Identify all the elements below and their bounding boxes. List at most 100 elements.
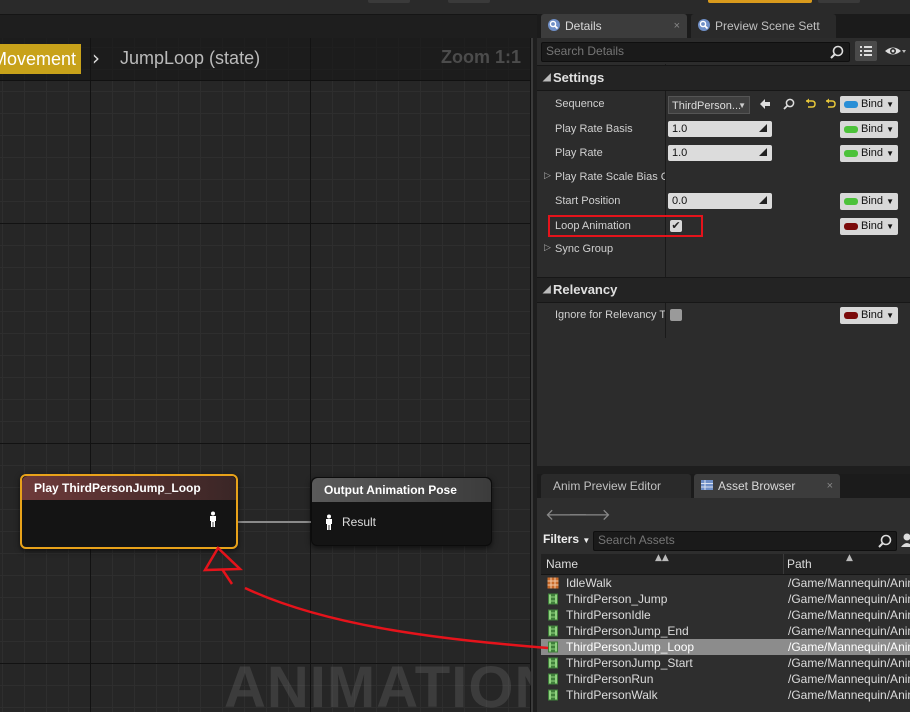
asset-name: ThirdPersonRun — [566, 672, 654, 686]
breadcrumb-parent[interactable]: Movement — [0, 44, 81, 74]
property-label: Play Rate Basis — [555, 123, 633, 135]
tab-details[interactable]: Details × — [541, 14, 687, 38]
anim-sequence-icon — [548, 593, 558, 605]
sequence-asset-picker[interactable]: ThirdPerson... ▼ — [668, 96, 750, 114]
anim-graph-canvas[interactable]: Movement › JumpLoop (state) Zoom 1:1 ANI… — [0, 38, 533, 712]
category-settings[interactable]: ◢ Settings — [537, 65, 910, 91]
chevron-down-icon: ▼ — [886, 100, 894, 109]
output-animation-pose-node[interactable]: Output Animation Pose — [311, 477, 492, 546]
reset-arrow-icon[interactable] — [803, 97, 817, 111]
filters-dropdown[interactable]: Filters ▼ — [543, 532, 590, 546]
table-row[interactable]: ThirdPersonIdle/Game/Mannequin/Animation… — [541, 607, 910, 623]
search-icon[interactable] — [829, 44, 845, 60]
tab-asset-browser-label: Asset Browser — [718, 479, 796, 493]
close-icon[interactable]: × — [827, 474, 833, 498]
browse-search-icon[interactable] — [782, 97, 796, 111]
pose-pin-icon[interactable] — [324, 514, 334, 530]
close-icon[interactable]: × — [674, 14, 680, 38]
property-label: Play Rate Scale Bias C — [555, 171, 665, 183]
table-row[interactable]: IdleWalk/Game/Mannequin/Animations — [541, 575, 910, 591]
pin-color-swatch — [844, 126, 858, 133]
breadcrumb-separator-icon: › — [92, 46, 100, 70]
table-row[interactable]: ThirdPersonJump_Start/Game/Mannequin/Ani… — [541, 655, 910, 671]
table-row[interactable]: ThirdPersonJump_End/Game/Mannequin/Anima… — [541, 623, 910, 639]
asset-path: /Game/Mannequin/Animations — [788, 688, 910, 702]
asset-search[interactable] — [593, 531, 897, 551]
bind-dropdown[interactable]: Bind ▼ — [840, 121, 898, 138]
bind-dropdown[interactable]: Bind ▼ — [840, 96, 898, 113]
details-search[interactable] — [541, 42, 850, 62]
view-options-button[interactable] — [855, 41, 877, 61]
chevron-down-icon: ▼ — [886, 149, 894, 158]
tab-details-label: Details — [565, 19, 602, 33]
toolbar-button[interactable] — [448, 0, 490, 3]
play-rate-basis-field[interactable]: 1.0 — [668, 121, 772, 137]
property-sync-group[interactable]: ▷ Sync Group — [537, 238, 910, 262]
start-position-field[interactable]: 0.0 — [668, 193, 772, 209]
bind-dropdown[interactable]: Bind ▼ — [840, 218, 898, 235]
asset-path: /Game/Mannequin/Animations — [788, 624, 910, 638]
toolbar-button[interactable] — [818, 0, 860, 3]
toolbar-button-active[interactable] — [708, 0, 812, 3]
asset-name: ThirdPersonJump_Start — [566, 656, 693, 670]
table-row[interactable]: ThirdPersonWalk/Game/Mannequin/Animation… — [541, 687, 910, 703]
asset-search-input[interactable] — [594, 532, 868, 548]
table-row[interactable]: ThirdPersonRun/Game/Mannequin/Animations — [541, 671, 910, 687]
play-rate-field[interactable]: 1.0 — [668, 145, 772, 161]
details-search-input[interactable] — [542, 43, 826, 59]
visibility-eye-icon[interactable] — [883, 41, 907, 61]
sort-arrow-icon[interactable]: ▲ — [846, 554, 853, 563]
collapse-triangle-icon[interactable]: ◢ — [543, 278, 551, 302]
tab-preview-scene-settings[interactable]: Preview Scene Sett — [691, 14, 836, 38]
asset-path: /Game/Mannequin/Animations — [788, 576, 910, 590]
search-icon[interactable] — [877, 533, 893, 549]
property-play-rate: Play Rate 1.0 Bind ▼ — [537, 142, 910, 166]
tab-anim-preview-editor[interactable]: Anim Preview Editor — [541, 474, 691, 498]
pose-pin-icon[interactable] — [208, 511, 218, 527]
chevron-down-icon: ▼ — [886, 311, 894, 320]
expand-triangle-icon[interactable]: ▷ — [544, 171, 551, 181]
property-play-rate-scale-bias[interactable]: ▷ Play Rate Scale Bias C — [537, 166, 910, 190]
property-loop-animation: Loop Animation ✔ Bind ▼ — [537, 215, 910, 239]
bottom-tab-bar: Anim Preview Editor Asset Browser × — [537, 474, 910, 498]
pose-wire[interactable] — [238, 521, 312, 523]
asset-path: /Game/Mannequin/Animations — [788, 672, 910, 686]
reset-to-default-icon[interactable] — [823, 97, 837, 111]
expand-triangle-icon[interactable]: ▷ — [544, 243, 551, 253]
result-pin-label: Result — [342, 515, 377, 529]
property-play-rate-basis: Play Rate Basis 1.0 Bind ▼ — [537, 118, 910, 142]
zoom-level: Zoom 1:1 — [440, 47, 521, 67]
resize-drag-icon[interactable] — [758, 147, 768, 157]
field-value: 0.0 — [672, 195, 688, 207]
collapse-triangle-icon[interactable]: ◢ — [543, 66, 551, 90]
bind-dropdown[interactable]: Bind ▼ — [840, 145, 898, 162]
table-row[interactable]: ThirdPerson_Jump/Game/Mannequin/Animatio… — [541, 591, 910, 607]
asset-name: ThirdPerson_Jump — [566, 592, 668, 606]
use-selected-arrow-icon[interactable] — [758, 97, 772, 111]
category-relevancy[interactable]: ◢ Relevancy — [537, 277, 910, 303]
pin-color-swatch — [844, 150, 858, 157]
table-row[interactable]: ThirdPersonJump_Loop/Game/Mannequin/Anim… — [541, 639, 910, 655]
forward-arrow-icon[interactable]: 🡒 — [568, 504, 611, 524]
play-node-title: Play ThirdPersonJump_Loop — [22, 476, 236, 500]
user-icon[interactable] — [899, 531, 910, 549]
column-divider[interactable] — [783, 554, 784, 574]
anim-sequence-icon — [548, 673, 558, 685]
property-start-position: Start Position 0.0 Bind ▼ — [537, 190, 910, 214]
resize-drag-icon[interactable] — [758, 195, 768, 205]
anim-sequence-icon — [548, 657, 558, 669]
toolbar-button[interactable] — [368, 0, 410, 3]
bind-dropdown[interactable]: Bind ▼ — [840, 307, 898, 324]
asset-path: /Game/Mannequin/Animations — [788, 656, 910, 670]
column-header-path[interactable]: Path — [787, 554, 812, 574]
anim-sequence-icon — [548, 609, 558, 621]
play-animation-node[interactable]: Play ThirdPersonJump_Loop — [20, 474, 238, 549]
ignore-relevancy-checkbox[interactable] — [670, 309, 682, 321]
bind-dropdown[interactable]: Bind ▼ — [840, 193, 898, 210]
bind-label: Bind — [861, 309, 884, 321]
column-header-name[interactable]: Name — [546, 554, 578, 574]
tab-asset-browser[interactable]: Asset Browser × — [694, 474, 840, 498]
resize-drag-icon[interactable] — [758, 123, 768, 133]
bind-label: Bind — [861, 220, 884, 232]
sort-arrows-icon[interactable]: ▲▲ — [655, 554, 669, 563]
